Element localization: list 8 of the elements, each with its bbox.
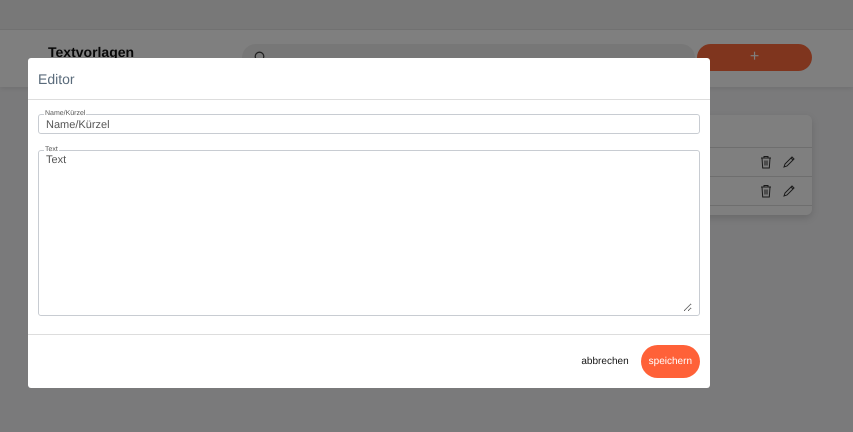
dialog-title: Editor <box>38 70 75 86</box>
page-title: Textvorlagen <box>48 44 136 60</box>
text-input[interactable]: Text <box>46 154 692 312</box>
trash-icon[interactable] <box>760 184 772 198</box>
pencil-icon[interactable] <box>782 184 796 198</box>
cancel-button[interactable]: abbrechen <box>573 345 637 378</box>
pencil-icon[interactable] <box>782 155 796 169</box>
trash-icon[interactable] <box>760 155 772 169</box>
